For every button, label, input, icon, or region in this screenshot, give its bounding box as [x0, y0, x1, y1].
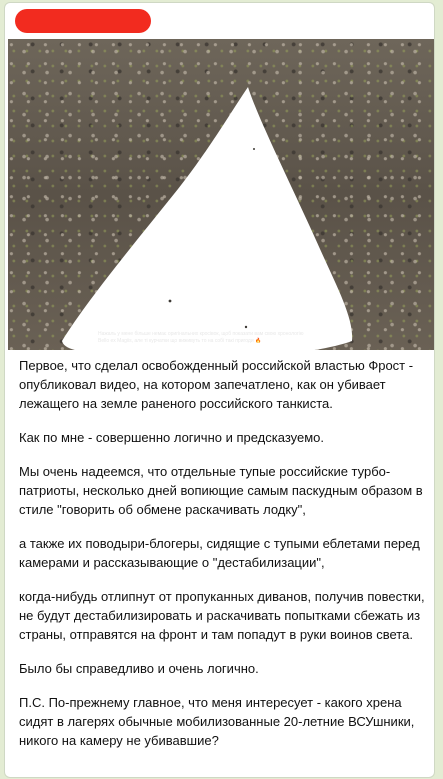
- video-thumbnail[interactable]: Нажаль у мене більше немає оригінальних …: [8, 39, 434, 350]
- subtitle-line-1: Нажаль у мене більше немає оригінальних …: [98, 331, 304, 337]
- channel-name-redacted[interactable]: [15, 9, 151, 33]
- censor-overlay: [62, 87, 353, 350]
- paragraph-3: Мы очень надеемся, что отдельные тупые р…: [19, 464, 423, 517]
- paragraph-6: Было бы справедливо и очень логично.: [19, 661, 259, 676]
- paragraph-4: а также их поводыри-блогеры, сидящие с т…: [19, 536, 420, 570]
- paragraph-5: когда-нибудь отлипнут от пропуканных див…: [19, 589, 425, 642]
- paragraph-1: Первое, что сделал освобожденный российс…: [19, 358, 414, 411]
- paragraph-2: Как по мне - совершенно логично и предск…: [19, 430, 325, 445]
- post-text: Первое, что сделал освобожденный российс…: [19, 356, 427, 765]
- message-bubble: Нажаль у мене більше немає оригінальних …: [4, 2, 435, 778]
- paragraph-7: П.С. По-прежнему главное, что меня интер…: [19, 695, 415, 748]
- video-subtitle: Нажаль у мене більше немає оригінальних …: [98, 331, 348, 345]
- subtitle-line-2: Bello ex Magiis, але ті курчатки що вижи…: [98, 338, 262, 344]
